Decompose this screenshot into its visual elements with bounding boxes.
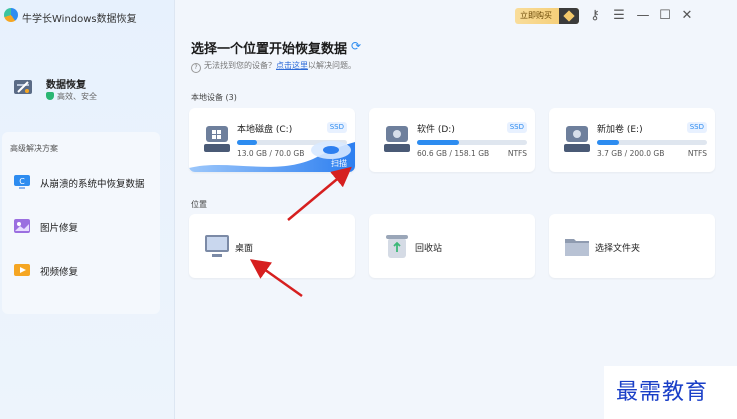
- location-name: 选择文件夹: [595, 244, 641, 254]
- drive-usage-bar: [417, 140, 527, 145]
- computer-recovery-icon: C: [14, 175, 30, 189]
- advanced-solutions-panel: 高级解决方案 C 从崩溃的系统中恢复数据 图片修复 视频修复: [2, 132, 160, 314]
- drive-icon: [204, 126, 230, 152]
- key-icon[interactable]: ⚷: [587, 8, 603, 24]
- main-panel: 立即购买 ⚷ ☰ — ☐ ✕ 选择一个位置开始恢复数据 ⟳ ? 无法找到您的设备？…: [175, 0, 737, 419]
- photo-repair-icon: [14, 219, 30, 233]
- drive-icon: [384, 126, 410, 152]
- recycle-bin-icon: [386, 235, 408, 258]
- drive-name: 新加卷 (E:): [597, 125, 643, 135]
- maximize-icon[interactable]: ☐: [657, 8, 673, 24]
- drive-usage-bar: [597, 140, 707, 145]
- shield-icon: [46, 92, 54, 100]
- svg-text:C: C: [19, 177, 25, 186]
- sidebar-item-crashed-system[interactable]: C 从崩溃的系统中恢复数据: [8, 170, 158, 196]
- question-icon: ?: [191, 63, 201, 73]
- local-devices-label: 本地设备 (3): [191, 93, 237, 102]
- menu-icon[interactable]: ☰: [611, 8, 627, 24]
- sidebar-item-label: 从崩溃的系统中恢复数据: [40, 179, 145, 190]
- watermark-text: 最需教育: [616, 380, 709, 405]
- ssd-badge: SSD: [506, 122, 527, 133]
- sidebar-item-subtitle: 高效、安全: [46, 91, 97, 102]
- app-title: 牛学长Windows数据恢复: [22, 14, 137, 25]
- drive-size: 3.7 GB / 200.0 GB: [597, 149, 665, 158]
- refresh-icon[interactable]: ⟳: [351, 39, 365, 53]
- sidebar-item-video-repair[interactable]: 视频修复: [8, 258, 158, 284]
- sidebar-item-label: 图片修复: [40, 223, 79, 234]
- drive-usage-fill: [597, 140, 619, 145]
- drive-size: 13.0 GB / 70.0 GB: [237, 149, 305, 158]
- drive-usage-fill: [237, 140, 258, 145]
- drive-icon: [564, 126, 590, 152]
- title-bar: 立即购买 ⚷ ☰ — ☐ ✕: [515, 0, 737, 32]
- file-system: NTFS: [507, 149, 527, 158]
- advanced-solutions-title: 高级解决方案: [10, 144, 58, 153]
- device-hint: ? 无法找到您的设备？点击这里以解决问题。: [191, 60, 356, 73]
- drive-name: 本地磁盘 (C:): [237, 125, 293, 135]
- video-repair-icon: [14, 264, 30, 276]
- drive-card-e[interactable]: 新加卷 (E:) SSD 3.7 GB / 200.0 GB NTFS: [549, 108, 715, 172]
- minimize-icon[interactable]: —: [635, 8, 651, 24]
- file-system: NTFS: [687, 149, 707, 158]
- location-select-folder[interactable]: 选择文件夹: [549, 214, 715, 278]
- locations-label: 位置: [191, 200, 207, 209]
- desktop-icon: [205, 235, 229, 257]
- drive-card-c[interactable]: 本地磁盘 (C:) SSD 13.0 GB / 70.0 GB 扫描: [189, 108, 355, 172]
- sidebar-item-photo-repair[interactable]: 图片修复: [8, 214, 158, 240]
- sidebar-item-label: 数据恢复: [46, 80, 86, 91]
- folder-icon: [565, 239, 589, 256]
- app-logo-icon: [4, 8, 18, 22]
- click-here-link[interactable]: 点击这里: [276, 61, 308, 70]
- location-recycle-bin[interactable]: 回收站: [369, 214, 535, 278]
- location-desktop[interactable]: 桌面: [189, 214, 355, 278]
- sidebar-item-data-recovery[interactable]: 数据恢复 高效、安全: [8, 70, 166, 110]
- drive-size: 60.6 GB / 158.1 GB: [417, 149, 490, 158]
- sidebar: 牛学长Windows数据恢复 数据恢复 高效、安全 高级解决方案 C 从崩溃的系…: [0, 0, 175, 419]
- location-name: 回收站: [415, 244, 443, 254]
- page-title: 选择一个位置开始恢复数据: [191, 42, 348, 57]
- ssd-badge: SSD: [686, 122, 707, 133]
- buy-now-button[interactable]: 立即购买: [515, 8, 579, 24]
- scan-button[interactable]: 扫描: [331, 158, 347, 169]
- recovery-tool-icon: [14, 80, 32, 94]
- location-name: 桌面: [235, 244, 254, 254]
- sidebar-item-label: 视频修复: [40, 267, 79, 278]
- diamond-icon: [559, 8, 579, 24]
- drive-usage-fill: [417, 140, 460, 145]
- drive-name: 软件 (D:): [417, 125, 455, 135]
- drive-card-d[interactable]: 软件 (D:) SSD 60.6 GB / 158.1 GB NTFS: [369, 108, 535, 172]
- close-icon[interactable]: ✕: [679, 8, 695, 24]
